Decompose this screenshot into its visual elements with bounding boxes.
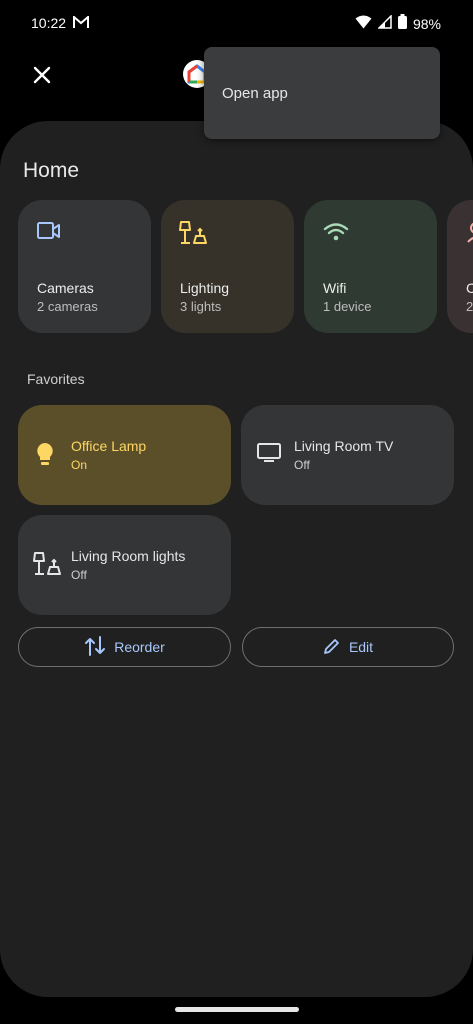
tile-sub: 3 lights (180, 299, 222, 314)
camera-icon (36, 220, 62, 247)
lamp-icon (179, 220, 207, 251)
status-right: 98% (355, 13, 441, 34)
battery-icon (397, 14, 407, 34)
favorite-name: Living Room lights (71, 548, 186, 564)
tile-wifi[interactable]: Wifi 1 device (304, 200, 437, 333)
tile-sub: 2 cameras (37, 299, 98, 314)
menu-item-open-app[interactable]: Open app (222, 85, 288, 102)
tile-name: Cameras (37, 280, 94, 296)
battery-percent: 98% (412, 16, 441, 32)
close-button[interactable] (30, 63, 54, 87)
partial-icon (465, 220, 473, 249)
tile-partial[interactable]: C 2 (447, 200, 473, 333)
favorite-office-lamp[interactable]: Office Lamp On (18, 405, 231, 505)
bulb-icon (33, 441, 57, 474)
device-controls-sheet: Home Cameras 2 cameras Lighting 3 lights… (0, 121, 473, 997)
favorite-living-room-lights[interactable]: Living Room lights Off (18, 515, 231, 615)
edit-label: Edit (348, 639, 374, 655)
wifi-icon (322, 220, 350, 249)
status-time: 10:22 (31, 15, 67, 31)
tv-icon (256, 441, 282, 468)
home-indicator[interactable] (175, 1007, 299, 1012)
reorder-label: Reorder (114, 639, 165, 655)
favorites-label: Favorites (27, 371, 85, 387)
tile-name: C (466, 280, 473, 296)
status-bar: 10:22 98% (0, 0, 473, 46)
edit-button[interactable]: Edit (242, 627, 454, 667)
gmail-icon (73, 14, 89, 34)
favorite-state: Off (71, 568, 87, 582)
reorder-icon (84, 635, 106, 660)
wifi-signal-icon (355, 15, 372, 34)
tile-name: Lighting (180, 280, 230, 296)
tile-name: Wifi (323, 280, 347, 296)
favorite-name: Office Lamp (71, 438, 147, 454)
favorite-name: Living Room TV (294, 438, 394, 454)
reorder-button[interactable]: Reorder (18, 627, 231, 667)
tile-lighting[interactable]: Lighting 3 lights (161, 200, 294, 333)
sheet-title: Home (23, 159, 80, 182)
overflow-menu: Open app (204, 47, 440, 139)
cell-signal-icon (377, 13, 392, 34)
tile-sub: 1 device (323, 299, 372, 314)
tile-cameras[interactable]: Cameras 2 cameras (18, 200, 151, 333)
category-tiles: Cameras 2 cameras Lighting 3 lights Wifi… (18, 200, 473, 334)
favorite-living-room-tv[interactable]: Living Room TV Off (241, 405, 454, 505)
pencil-icon (323, 637, 341, 658)
favorite-state: Off (294, 458, 310, 472)
close-icon (33, 66, 51, 84)
favorite-state: On (71, 458, 88, 472)
tile-sub: 2 (466, 299, 473, 314)
lamp-icon (33, 551, 61, 582)
